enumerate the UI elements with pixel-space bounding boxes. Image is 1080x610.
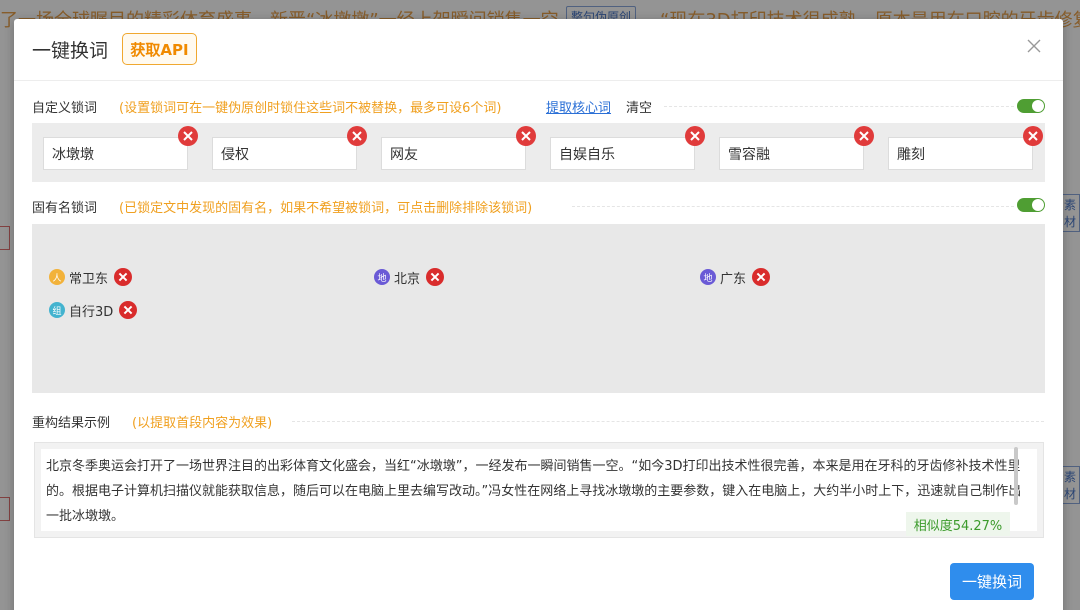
remove-icon[interactable]	[178, 126, 198, 146]
dialog-title: 一键换词	[32, 40, 109, 62]
divider	[664, 106, 1014, 107]
proper-noun-text: 北京	[394, 271, 421, 287]
proper-noun-chip: 人 常卫东	[49, 267, 133, 287]
remove-icon[interactable]	[114, 268, 133, 286]
clear-button[interactable]: 清空	[626, 97, 652, 116]
remove-icon[interactable]	[854, 126, 874, 146]
proper-noun-chip: 组 自行3D	[49, 300, 138, 320]
custom-lock-label: 自定义锁词	[32, 101, 98, 116]
result-scrollbar[interactable]	[1014, 447, 1018, 505]
proper-lock-hint: (已锁定文中发现的固有名，如果不希望被锁词，可点击删除排除该锁词)	[119, 201, 533, 216]
proper-noun-chip: 地 广东	[700, 267, 771, 287]
lock-word-item	[43, 126, 198, 170]
person-category-icon: 人	[49, 269, 65, 285]
custom-lock-hint: (设置锁词可在一键伪原创时锁住这些词不被替换，最多可设6个词)	[119, 101, 502, 116]
extract-core-words-link[interactable]: 提取核心词	[546, 97, 611, 116]
toggle-knob	[1032, 199, 1044, 211]
close-icon[interactable]	[1026, 38, 1042, 54]
remove-icon[interactable]	[752, 268, 771, 286]
similarity-badge: 相似度54.27%	[906, 512, 1010, 536]
custom-lock-toggle[interactable]	[1017, 99, 1045, 113]
remove-icon[interactable]	[347, 126, 367, 146]
lock-word-input[interactable]	[550, 137, 695, 170]
proper-noun-text: 常卫东	[69, 271, 109, 287]
place-category-icon: 地	[374, 269, 390, 285]
divider	[572, 206, 1014, 207]
remove-icon[interactable]	[426, 268, 445, 286]
lock-word-item	[719, 126, 874, 170]
lock-word-input[interactable]	[719, 137, 864, 170]
proper-noun-text: 广东	[720, 271, 747, 287]
place-category-icon: 地	[700, 269, 716, 285]
one-click-replace-button[interactable]: 一键换词	[950, 563, 1034, 600]
proper-lock-toggle[interactable]	[1017, 198, 1045, 212]
proper-noun-text: 自行3D	[69, 304, 114, 320]
divider	[292, 421, 1044, 422]
organization-category-icon: 组	[49, 302, 65, 318]
remove-icon[interactable]	[119, 301, 138, 319]
proper-lock-label: 固有名锁词	[32, 201, 98, 216]
result-text: 北京冬季奥运会打开了一场世界注目的出彩体育文化盛会，当红“冰墩墩”，一经发布一瞬…	[46, 459, 1022, 524]
remove-icon[interactable]	[685, 126, 705, 146]
lock-word-item	[212, 126, 367, 170]
word-replace-dialog: 一键换词 获取API 自定义锁词 (设置锁词可在一键伪原创时锁住这些词不被替换，…	[14, 19, 1063, 610]
proper-lock-panel: 人 常卫东 地 北京 地 广东 组 自行3D	[32, 224, 1045, 393]
toggle-knob	[1032, 100, 1044, 112]
custom-lock-panel	[32, 123, 1045, 182]
lock-word-input[interactable]	[381, 137, 526, 170]
remove-icon[interactable]	[516, 126, 536, 146]
result-hint: (以提取首段内容为效果)	[132, 416, 273, 431]
lock-word-item	[381, 126, 536, 170]
result-label: 重构结果示例	[32, 416, 111, 431]
lock-word-item	[550, 126, 705, 170]
dialog-header: 一键换词 获取API	[14, 19, 1063, 81]
get-api-button[interactable]: 获取API	[122, 33, 197, 65]
result-preview: 北京冬季奥运会打开了一场世界注目的出彩体育文化盛会，当红“冰墩墩”，一经发布一瞬…	[34, 442, 1044, 538]
lock-word-input[interactable]	[43, 137, 188, 170]
lock-word-item	[888, 126, 1043, 170]
remove-icon[interactable]	[1023, 126, 1043, 146]
lock-word-input[interactable]	[212, 137, 357, 170]
proper-noun-chip: 地 北京	[374, 267, 445, 287]
lock-word-input[interactable]	[888, 137, 1033, 170]
